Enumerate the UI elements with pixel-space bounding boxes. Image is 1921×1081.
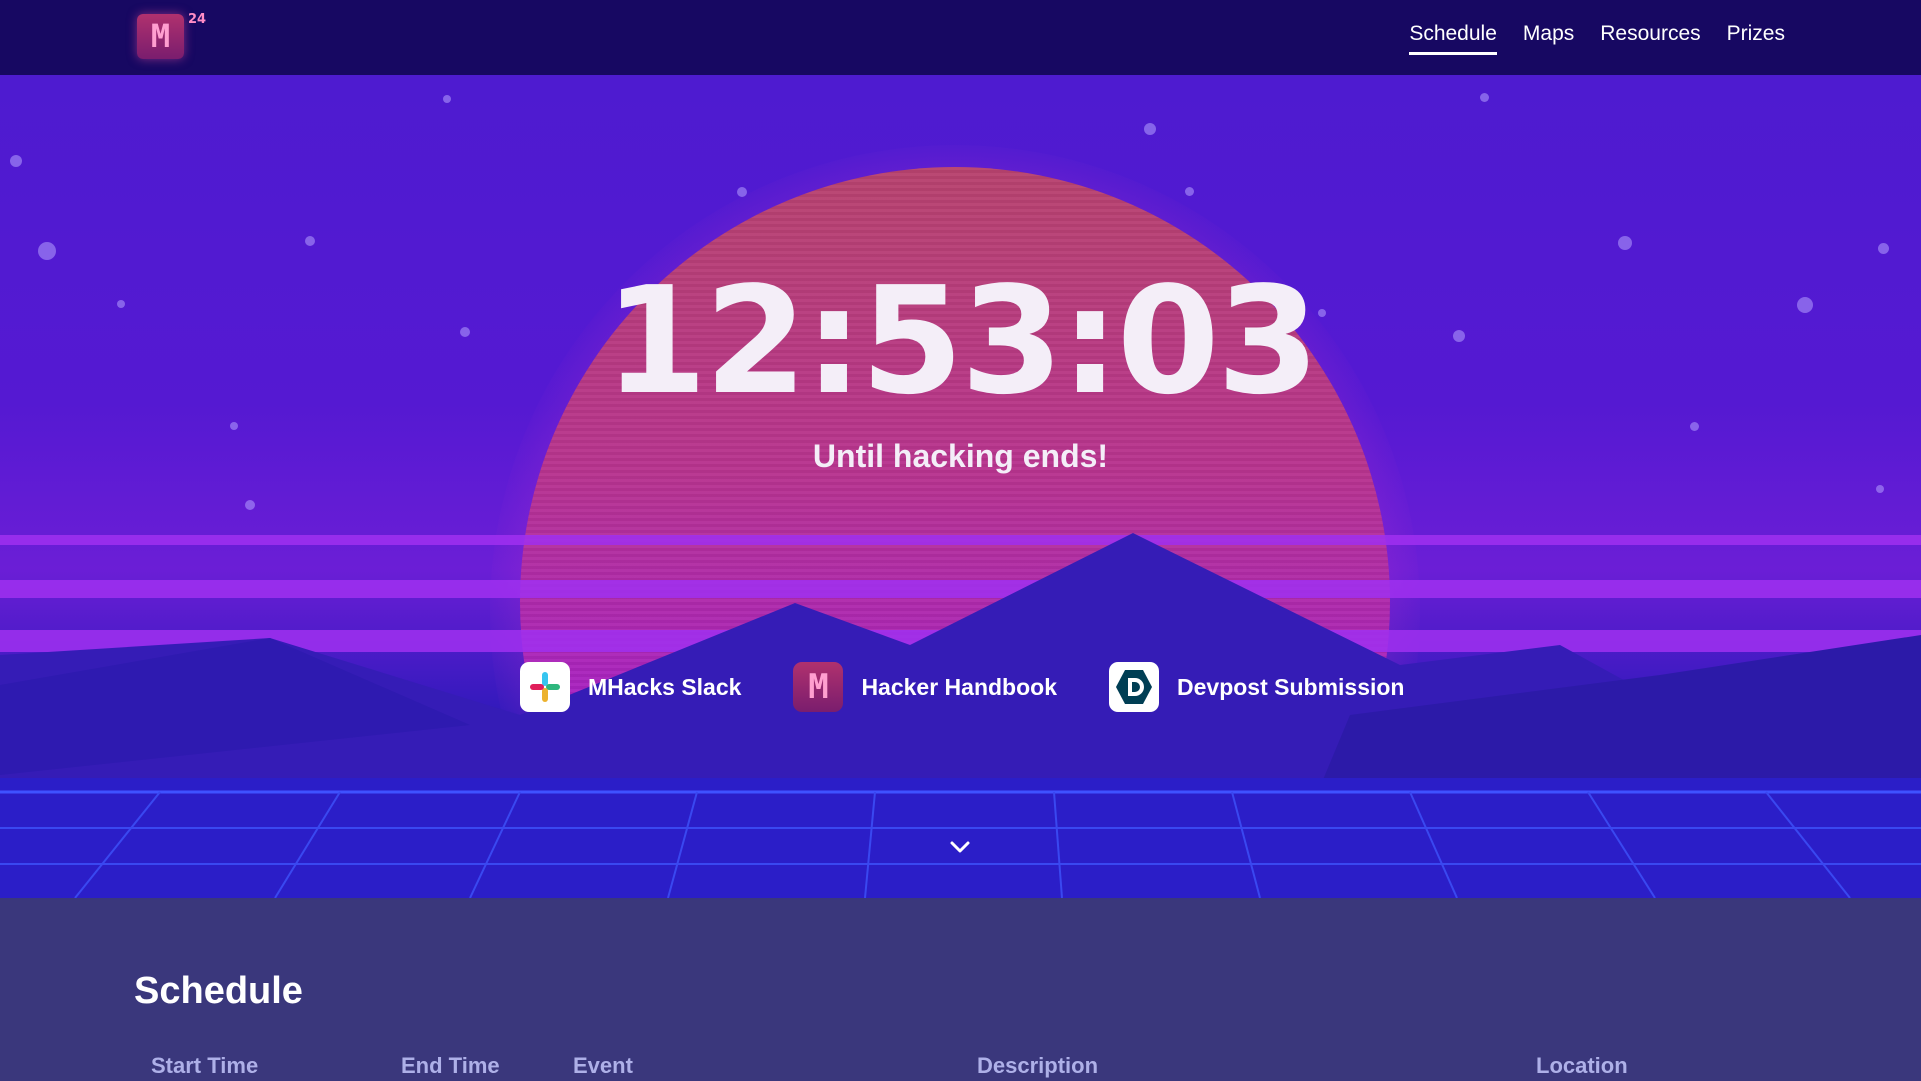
column-header-start-time: Start Time [151,1053,259,1078]
top-nav: M 24 Schedule Maps Resources Prizes [0,0,1921,75]
mhacks-logo-mark: M [808,667,829,707]
nav-link-resources[interactable]: Resources [1600,22,1700,55]
logo-letter: M [150,17,171,55]
slack-icon [520,662,570,712]
column-header-end-time: End Time [401,1053,500,1078]
logo-year: 24 [188,12,207,27]
mhacks-logo-icon: M [793,662,844,712]
link-hacker-handbook[interactable]: M Hacker Handbook [793,662,1057,712]
schedule-title: Schedule [134,970,303,1012]
link-devpost-submission[interactable]: Devpost Submission [1109,662,1404,712]
link-mhacks-slack[interactable]: MHacks Slack [520,662,741,712]
countdown-timer: 12:53:03 [604,255,1319,427]
nav-link-prizes[interactable]: Prizes [1727,22,1785,55]
chevron-down-icon[interactable] [948,835,972,859]
hero-section: 12:53:03 Until hacking ends! MHacks Slac… [0,75,1921,898]
mhacks-logo[interactable]: M [137,14,184,59]
link-label: Hacker Handbook [861,673,1057,700]
nav-links: Schedule Maps Resources Prizes [1409,22,1785,55]
column-header-event: Event [573,1053,633,1078]
schedule-section: Schedule Start Time End Time Event Descr… [0,898,1921,1081]
column-header-location: Location [1536,1053,1628,1078]
link-label: MHacks Slack [588,673,742,700]
link-label: Devpost Submission [1177,673,1405,700]
nav-link-schedule[interactable]: Schedule [1409,22,1497,55]
quick-links: MHacks Slack M Hacker Handbook Devpost S… [520,662,1404,712]
countdown-subtitle: Until hacking ends! [812,438,1109,474]
mountains [0,533,1921,898]
nav-link-maps[interactable]: Maps [1523,22,1574,55]
column-header-description: Description [977,1053,1099,1078]
devpost-icon [1109,662,1159,712]
